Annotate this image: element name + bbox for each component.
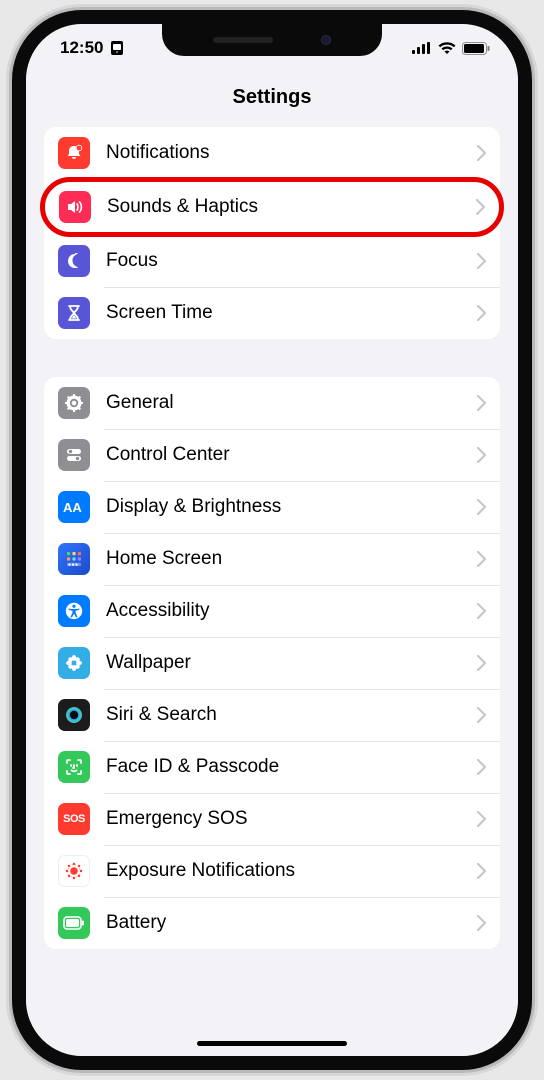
row-label: Home Screen [106,548,477,570]
row-control-center[interactable]: Control Center [44,429,500,481]
row-label: Battery [106,912,477,934]
row-label: Wallpaper [106,652,477,674]
chevron-right-icon [477,811,486,827]
notch [162,24,382,56]
row-label: Display & Brightness [106,496,477,518]
row-label: Notifications [106,142,477,164]
row-wallpaper[interactable]: Wallpaper [44,637,500,689]
face-id-icon [58,751,90,783]
chevron-right-icon [477,915,486,931]
siri-icon [58,699,90,731]
power-hw [518,324,524,434]
row-label: General [106,392,477,414]
text-size-icon: AA [58,491,90,523]
row-label: Exposure Notifications [106,860,477,882]
settings-group-alerts: Notifications Sounds & Haptics [44,127,500,339]
chevron-right-icon [477,863,486,879]
chevron-right-icon [477,655,486,671]
app-grid-icon [58,543,90,575]
row-label: Emergency SOS [106,808,477,830]
chevron-right-icon [477,447,486,463]
row-face-id-passcode[interactable]: Face ID & Passcode [44,741,500,793]
row-exposure-notifications[interactable]: Exposure Notifications [44,845,500,897]
row-display-brightness[interactable]: AA Display & Brightness [44,481,500,533]
page-title: Settings [26,72,518,127]
battery-icon [462,42,490,55]
sos-text: SOS [63,813,85,825]
wifi-icon [438,42,456,55]
row-label: Siri & Search [106,704,477,726]
sos-icon: SOS [58,803,90,835]
speaker-wave-icon [59,191,91,223]
row-sounds-haptics[interactable]: Sounds & Haptics [40,177,504,237]
chevron-right-icon [476,199,485,215]
status-left: 12:50 [60,38,125,58]
hourglass-icon [58,297,90,329]
row-emergency-sos[interactable]: SOS Emergency SOS [44,793,500,845]
row-label: Control Center [106,444,477,466]
flower-icon [58,647,90,679]
exposure-icon [58,855,90,887]
cellular-icon [412,42,432,54]
row-label: Sounds & Haptics [107,196,476,218]
chevron-right-icon [477,395,486,411]
settings-group-system: General Control Center [44,377,500,949]
screen: 12:50 [26,24,518,1056]
status-time: 12:50 [60,38,103,58]
chevron-right-icon [477,707,486,723]
row-focus[interactable]: Focus [44,235,500,287]
chevron-right-icon [477,551,486,567]
svg-text:AA: AA [63,500,82,515]
speaker-grille [213,37,273,43]
toggles-icon [58,439,90,471]
chevron-right-icon [477,759,486,775]
gear-icon [58,387,90,419]
row-label: Face ID & Passcode [106,756,477,778]
status-right [412,42,490,55]
chevron-right-icon [477,253,486,269]
row-battery[interactable]: Battery [44,897,500,949]
chevron-right-icon [477,305,486,321]
chevron-right-icon [477,603,486,619]
row-general[interactable]: General [44,377,500,429]
row-notifications[interactable]: Notifications [44,127,500,179]
front-camera [321,35,331,45]
phone-frame: 12:50 [12,10,532,1070]
chevron-right-icon [477,145,486,161]
battery-full-icon [58,907,90,939]
accessibility-icon [58,595,90,627]
row-label: Focus [106,250,477,272]
home-indicator[interactable] [197,1041,347,1046]
settings-list[interactable]: Notifications Sounds & Haptics [26,127,518,1056]
row-screen-time[interactable]: Screen Time [44,287,500,339]
row-siri-search[interactable]: Siri & Search [44,689,500,741]
chevron-right-icon [477,499,486,515]
orientation-lock-icon [109,40,125,56]
moon-icon [58,245,90,277]
row-home-screen[interactable]: Home Screen [44,533,500,585]
row-accessibility[interactable]: Accessibility [44,585,500,637]
row-label: Accessibility [106,600,477,622]
bell-badge-icon [58,137,90,169]
row-label: Screen Time [106,302,477,324]
